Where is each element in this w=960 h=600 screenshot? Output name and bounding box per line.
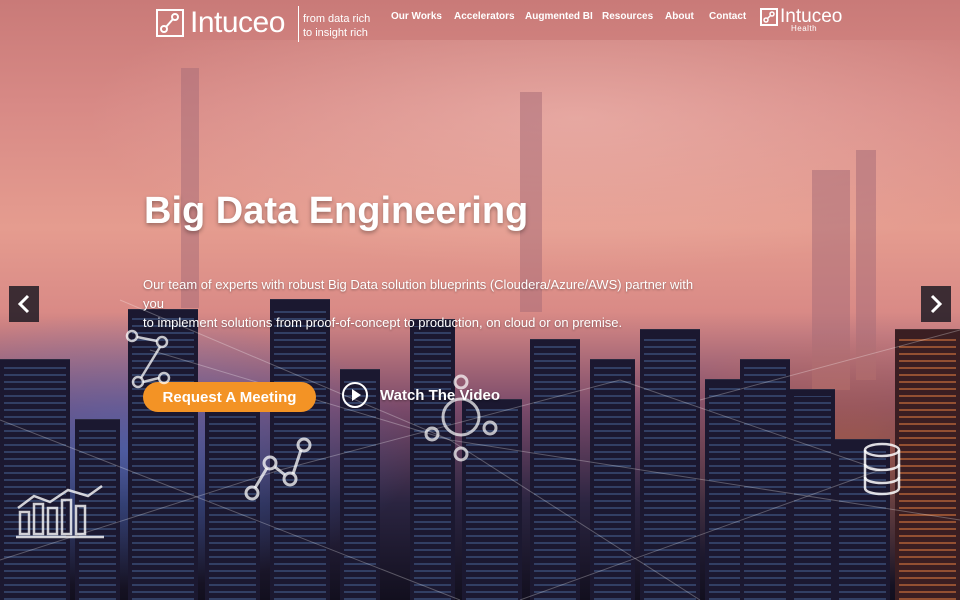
chevron-right-icon (930, 294, 943, 314)
database-icon (863, 442, 901, 496)
nav-augmented-bi[interactable]: Augmented BI (525, 11, 593, 22)
nav-our-works[interactable]: Our Works (391, 11, 442, 22)
nav-resources[interactable]: Resources (602, 11, 653, 22)
bar-chart-icon (16, 484, 104, 539)
tagline-line-1: from data rich (303, 13, 371, 25)
play-icon (342, 382, 368, 408)
logo-divider (298, 6, 299, 42)
nav-accelerators[interactable]: Accelerators (454, 11, 515, 22)
hub-icon (424, 374, 498, 462)
brand-name: Intuceo (190, 6, 285, 39)
graph-nodes-icon (244, 437, 312, 501)
hero-title: Big Data Engineering (144, 190, 529, 232)
logo-mark-icon (156, 9, 184, 37)
network-nodes-icon (125, 329, 171, 389)
tagline-line-2: to insight rich (303, 27, 368, 39)
nav-about[interactable]: About (665, 11, 694, 22)
hero-description: Our team of experts with robust Big Data… (143, 275, 703, 332)
health-logo-sub: Health (791, 24, 818, 33)
brand-logo[interactable]: Intuceo (156, 4, 285, 42)
chevron-left-icon (17, 294, 30, 314)
carousel-next-button[interactable] (921, 286, 951, 322)
hero-description-line-1: Our team of experts with robust Big Data… (143, 277, 694, 311)
nav-contact[interactable]: Contact (709, 11, 746, 22)
hero-description-line-2: to implement solutions from proof-of-con… (143, 315, 623, 330)
health-logo-mark-icon (760, 8, 778, 26)
brand-tagline: from data rich to insight rich (303, 12, 370, 40)
carousel-prev-button[interactable] (9, 286, 39, 322)
